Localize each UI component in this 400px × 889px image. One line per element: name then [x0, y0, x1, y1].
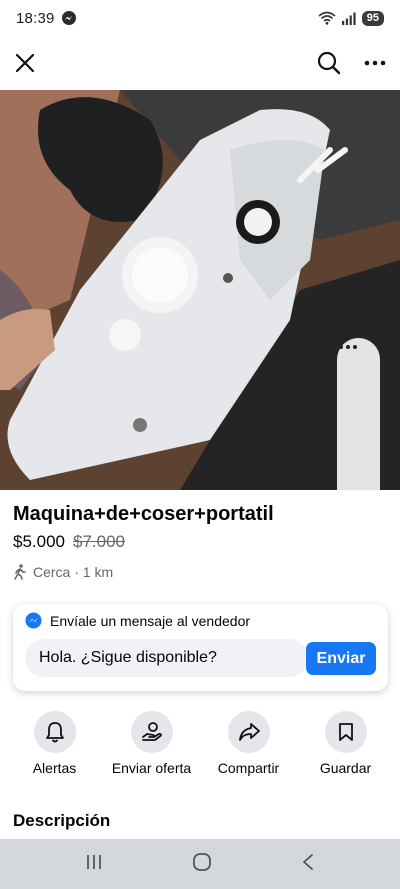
signal-icon: [341, 12, 356, 25]
action-save-label: Guardar: [319, 760, 372, 776]
original-price: $7.000: [73, 532, 125, 551]
offer-icon: [141, 722, 162, 741]
action-row: Alertas Enviar oferta Compartir Guardar: [0, 711, 400, 781]
action-send-offer[interactable]: Enviar oferta: [104, 711, 199, 781]
current-price: $5.000: [13, 532, 65, 551]
home-button[interactable]: [192, 852, 212, 877]
recent-apps-icon: [86, 854, 101, 869]
search-icon: [317, 51, 341, 75]
description-heading: Descripción: [13, 811, 111, 830]
action-share-circle[interactable]: [227, 711, 270, 753]
message-input[interactable]: Hola. ¿Sigue disponible?: [25, 639, 308, 677]
action-save[interactable]: Guardar: [298, 711, 393, 781]
system-nav-bar: [0, 839, 400, 889]
action-send-offer-label: Enviar oferta: [111, 760, 192, 776]
top-bar: [0, 38, 400, 88]
action-share[interactable]: Compartir: [201, 711, 296, 781]
battery-indicator: 95: [361, 10, 384, 26]
back-icon: [303, 853, 314, 870]
action-share-label: Compartir: [217, 760, 280, 776]
price-row: $5.000 $7.000: [13, 532, 125, 552]
action-send-offer-circle[interactable]: [130, 711, 173, 753]
status-right: 95: [318, 10, 384, 26]
more-button[interactable]: [360, 48, 390, 78]
photo-side-control[interactable]: [337, 338, 380, 490]
messenger-status-icon: [61, 11, 76, 25]
status-time: 18:39: [16, 9, 55, 27]
close-icon: [15, 53, 35, 73]
action-alerts-circle[interactable]: [33, 711, 76, 753]
message-heading: Envíale un mensaje al vendedor: [25, 612, 250, 629]
bell-icon: [45, 722, 64, 743]
back-button[interactable]: [301, 853, 315, 876]
share-icon: [238, 723, 260, 741]
status-bar: 18:39 95: [0, 0, 400, 36]
more-icon: [364, 60, 386, 66]
action-alerts[interactable]: Alertas: [7, 711, 102, 781]
wifi-icon: [318, 11, 336, 25]
close-button[interactable]: [10, 48, 40, 78]
more-dots-icon[interactable]: [337, 344, 380, 350]
action-save-circle[interactable]: [324, 711, 367, 753]
send-button[interactable]: Enviar: [306, 642, 376, 675]
product-photo[interactable]: [0, 90, 400, 490]
bookmark-icon: [338, 723, 353, 741]
search-button[interactable]: [314, 48, 344, 78]
listing-title: Maquina+de+coser+portatil: [13, 503, 274, 525]
walking-icon: [14, 564, 26, 580]
message-seller-card: Envíale un mensaje al vendedor Hola. ¿Si…: [13, 604, 388, 691]
message-heading-text: Envíale un mensaje al vendedor: [50, 612, 251, 629]
messenger-icon: [25, 612, 42, 629]
action-alerts-label: Alertas: [32, 760, 77, 776]
location-text: Cerca · 1 km: [33, 564, 114, 580]
recent-apps-button[interactable]: [85, 854, 103, 875]
location-row: Cerca · 1 km: [13, 564, 113, 580]
home-icon: [193, 852, 211, 871]
